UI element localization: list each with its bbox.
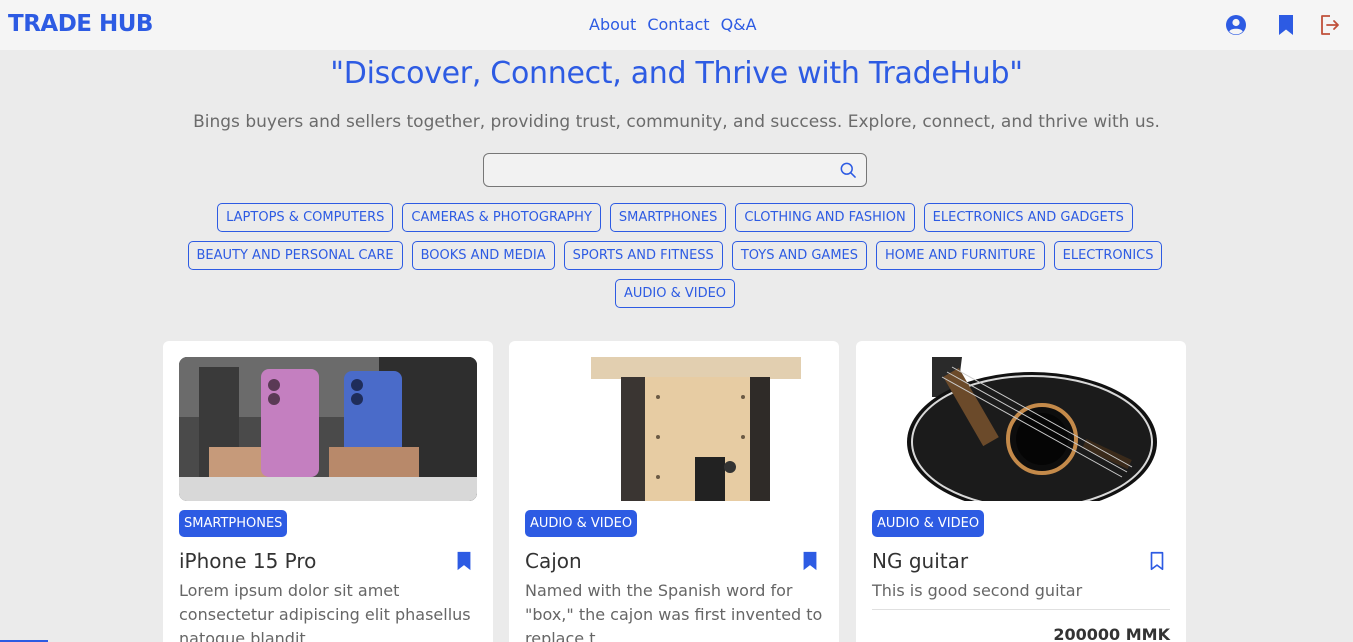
category-chip[interactable]: ELECTRONICS: [1053, 241, 1163, 270]
cajon-photo: [525, 357, 823, 501]
bookmark-outline-icon[interactable]: [1146, 550, 1168, 572]
category-chip[interactable]: TOYS AND GAMES: [731, 241, 868, 270]
product-card[interactable]: SMARTPHONES iPhone 15 Pro Lorem ipsum do…: [163, 341, 493, 642]
product-title[interactable]: NG guitar: [872, 549, 968, 573]
bookmark-filled-icon[interactable]: [453, 550, 475, 572]
search-icon[interactable]: [838, 160, 858, 180]
product-image[interactable]: [525, 357, 823, 501]
category-chip[interactable]: CAMERAS & PHOTOGRAPHY: [402, 203, 601, 232]
hero-title: "Discover, Connect, and Thrive with Trad…: [330, 56, 1023, 91]
nav-links: About Contact Q&A: [589, 15, 757, 34]
logout-icon[interactable]: [1317, 13, 1341, 37]
product-description: This is good second guitar: [872, 581, 1083, 600]
category-chip[interactable]: SMARTPHONES: [609, 203, 727, 232]
nav-link-contact[interactable]: Contact: [647, 15, 709, 34]
product-price: 200000 MMK: [1053, 625, 1170, 642]
category-chip[interactable]: HOME AND FURNITURE: [876, 241, 1045, 270]
category-badge: AUDIO & VIDEO: [525, 510, 638, 537]
category-chip[interactable]: ELECTRONICS AND GADGETS: [923, 203, 1133, 232]
hero-subtitle: Bings buyers and sellers together, provi…: [193, 112, 1160, 132]
product-image[interactable]: [179, 357, 477, 501]
category-chip[interactable]: LAPTOPS & COMPUTERS: [217, 203, 394, 232]
category-badge: AUDIO & VIDEO: [872, 510, 985, 537]
navbar: TRADE HUB About Contact Q&A: [0, 0, 1353, 50]
card-divider: [872, 609, 1170, 610]
category-chip[interactable]: AUDIO & VIDEO: [614, 279, 736, 308]
product-card[interactable]: AUDIO & VIDEO Cajon Named with the Spani…: [509, 341, 839, 642]
phones-photo: [179, 357, 477, 501]
user-circle-icon[interactable]: [1224, 13, 1248, 37]
category-chip[interactable]: BOOKS AND MEDIA: [411, 241, 555, 270]
nav-link-about[interactable]: About: [589, 15, 636, 34]
bookmark-icon[interactable]: [1274, 13, 1298, 37]
product-title[interactable]: Cajon: [525, 549, 582, 573]
bookmark-filled-icon[interactable]: [799, 550, 821, 572]
category-list: LAPTOPS & COMPUTERS CAMERAS & PHOTOGRAPH…: [160, 203, 1190, 308]
category-chip[interactable]: SPORTS AND FITNESS: [563, 241, 723, 270]
nav-link-qa[interactable]: Q&A: [721, 15, 757, 34]
guitar-photo: [872, 357, 1170, 501]
category-badge: SMARTPHONES: [179, 510, 288, 537]
product-description: Named with the Spanish word for "box," t…: [525, 581, 823, 642]
search-input[interactable]: [490, 155, 830, 185]
product-image[interactable]: [872, 357, 1170, 501]
product-card[interactable]: AUDIO & VIDEO NG guitar This is good sec…: [856, 341, 1186, 642]
product-description: Lorem ipsum dolor sit amet consectetur a…: [179, 581, 471, 642]
category-chip[interactable]: CLOTHING AND FASHION: [735, 203, 915, 232]
category-chip[interactable]: BEAUTY AND PERSONAL CARE: [187, 241, 403, 270]
product-title[interactable]: iPhone 15 Pro: [179, 549, 316, 573]
search-box: [483, 153, 867, 187]
brand-logo[interactable]: TRADE HUB: [8, 11, 153, 37]
